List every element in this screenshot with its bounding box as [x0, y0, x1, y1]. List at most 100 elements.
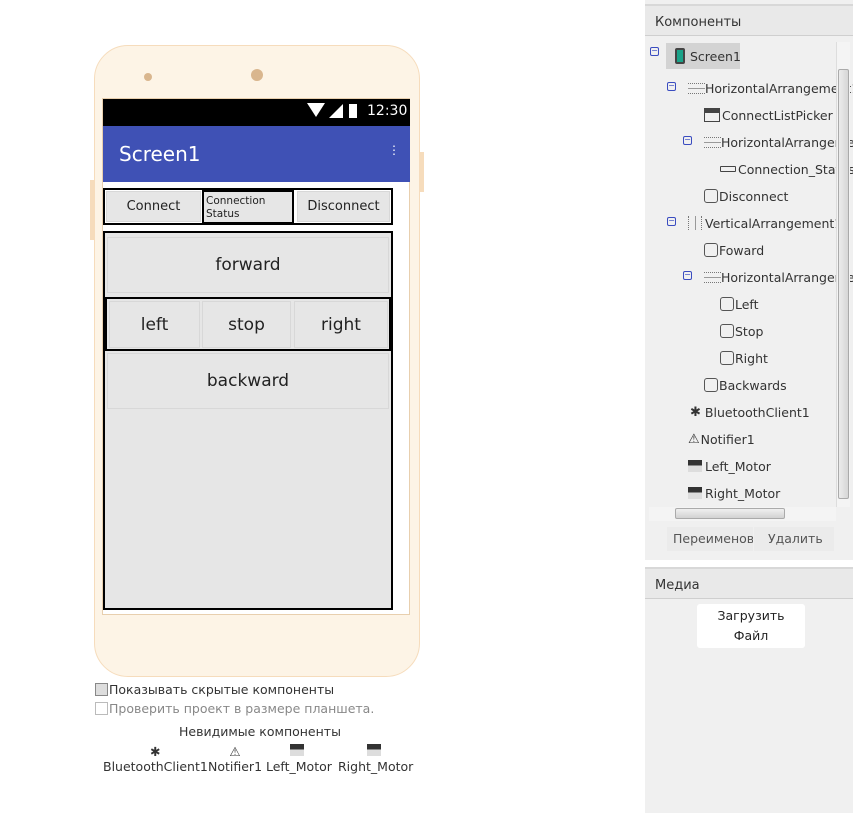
- scrollbar-thumb[interactable]: [675, 508, 785, 519]
- tree-label: ConnectListPicker: [722, 107, 833, 123]
- components-header: Компоненты: [645, 4, 853, 36]
- disconnect-button[interactable]: Disconnect: [297, 191, 390, 222]
- wifi-icon: [307, 103, 325, 117]
- tree-item-stop[interactable]: Stop: [720, 320, 763, 342]
- nonvisible-label: Notifier1: [208, 759, 263, 774]
- motor-icon: [688, 460, 702, 472]
- tree-label: Notifier1: [700, 431, 755, 447]
- status-time: 12:30: [367, 103, 408, 119]
- media-header: Медиа: [645, 567, 853, 599]
- tablet-preview-checkbox[interactable]: Проверить проект в размере планшета.: [95, 701, 374, 716]
- tree-label: Right: [735, 350, 768, 366]
- tree-item-bluetoothclient1[interactable]: ✱ BluetoothClient1: [690, 401, 810, 423]
- tree-label: VerticalArrangement1: [705, 215, 843, 231]
- motor-icon: [367, 744, 382, 756]
- phone-sensor: [144, 73, 152, 81]
- tree-label: HorizontalArrangement2: [721, 134, 853, 150]
- nonvisible-label: BluetoothClient1: [103, 759, 208, 774]
- tree-item-backwards[interactable]: Backwards: [704, 374, 787, 396]
- motor-icon: [290, 744, 305, 756]
- tree-item-notifier1[interactable]: ⚠ Notifier1: [688, 428, 755, 450]
- button-icon: [720, 297, 734, 311]
- tree-item-horizontal-arrangement-3[interactable]: HorizontalArrangement3: [704, 266, 853, 288]
- nonvisible-item[interactable]: Left_Motor: [266, 744, 332, 774]
- nonvisible-item[interactable]: ⚠ Notifier1: [208, 744, 262, 774]
- tree-item-right[interactable]: Right: [720, 347, 768, 369]
- right-button[interactable]: right: [294, 301, 388, 348]
- phone-side-button: [420, 152, 424, 192]
- bluetooth-icon: ✱: [690, 404, 701, 420]
- tree-label: Disconnect: [719, 188, 789, 204]
- battery-icon: [349, 104, 357, 118]
- tablet-preview-label: Проверить проект в размере планшета.: [109, 701, 375, 716]
- delete-button[interactable]: Удалить: [754, 527, 834, 551]
- nonvisible-label: Left_Motor: [266, 759, 332, 774]
- horizontal-arrangement-icon: [688, 82, 705, 94]
- upload-label: Файл: [733, 628, 769, 643]
- rename-button[interactable]: Переименовать: [667, 527, 753, 551]
- show-hidden-label: Показывать скрытые компоненты: [109, 682, 335, 697]
- tree-item-horizontal-arrangement-1[interactable]: HorizontalArrangement1: [688, 77, 853, 99]
- listpicker-icon: [704, 108, 720, 122]
- tree-label: HorizontalArrangement3: [721, 269, 853, 285]
- tree-item-connection-status[interactable]: Connection_Status: [720, 158, 853, 180]
- tree-label: BluetoothClient1: [704, 404, 810, 420]
- tree-label: Foward: [719, 242, 765, 258]
- backward-button[interactable]: backward: [107, 353, 389, 409]
- tree-item-foward[interactable]: Foward: [704, 239, 764, 261]
- upload-file-button[interactable]: Загрузить Файл: [697, 604, 805, 648]
- nonvisible-item[interactable]: ✱ BluetoothClient1: [103, 744, 208, 774]
- button-icon: [704, 189, 718, 203]
- signal-icon: [329, 104, 343, 118]
- nonvisible-label: Right_Motor: [338, 759, 414, 774]
- checkbox[interactable]: [95, 683, 108, 696]
- motor-icon: [688, 487, 702, 499]
- button-icon: [720, 351, 734, 365]
- warning-icon: ⚠: [688, 431, 700, 447]
- app-bar: Screen1 ⋮: [103, 126, 410, 182]
- stop-button[interactable]: stop: [202, 301, 291, 348]
- nonvisible-title: Невидимые компоненты: [179, 724, 341, 739]
- scrollbar-thumb[interactable]: [838, 69, 849, 499]
- tree-label: Right_Motor: [705, 485, 781, 501]
- tree-item-screen1[interactable]: Screen1: [675, 45, 741, 67]
- tree-item-right-motor[interactable]: Right_Motor: [688, 482, 780, 504]
- horizontal-arrangement-icon: [704, 271, 721, 283]
- button-icon: [704, 378, 718, 392]
- tree-label: Backwards: [719, 377, 787, 393]
- tree-item-disconnect[interactable]: Disconnect: [704, 185, 788, 207]
- horizontal-scrollbar[interactable]: [649, 507, 836, 521]
- tree-label: Screen1: [690, 48, 741, 64]
- tree-item-vertical-arrangement-1[interactable]: VerticalArrangement1: [688, 212, 842, 234]
- phone-side-button: [90, 180, 94, 240]
- warning-icon: ⚠: [229, 744, 241, 759]
- phone-icon: [675, 48, 685, 64]
- show-hidden-checkbox[interactable]: Показывать скрытые компоненты: [95, 682, 334, 697]
- tree-item-connectlistpicker[interactable]: ConnectListPicker: [704, 104, 833, 126]
- tree-item-left[interactable]: Left: [720, 293, 759, 315]
- checkbox[interactable]: [95, 702, 108, 715]
- vertical-arrangement-icon: [688, 216, 702, 230]
- label-icon: [720, 166, 736, 172]
- overflow-menu-icon[interactable]: ⋮: [388, 143, 400, 157]
- connection-status-label: Connection Status: [202, 190, 294, 224]
- upload-label: Загрузить: [717, 608, 785, 623]
- tree-label: Left_Motor: [705, 458, 771, 474]
- vertical-scrollbar[interactable]: [836, 42, 850, 507]
- left-button[interactable]: left: [109, 301, 200, 348]
- button-icon: [720, 324, 734, 338]
- tree-item-left-motor[interactable]: Left_Motor: [688, 455, 771, 477]
- status-bar: 12:30: [103, 99, 410, 126]
- bluetooth-icon: ✱: [150, 744, 161, 759]
- connect-button[interactable]: Connect: [106, 191, 201, 222]
- tree-label: Stop: [735, 323, 764, 339]
- tree-label: HorizontalArrangement1: [705, 80, 853, 96]
- screen-title: Screen1: [119, 142, 201, 166]
- nonvisible-item[interactable]: Right_Motor: [338, 744, 413, 774]
- tree-label: Left: [735, 296, 759, 312]
- phone-camera: [251, 69, 263, 81]
- horizontal-arrangement-icon: [704, 136, 721, 148]
- button-icon: [704, 243, 718, 257]
- tree-item-horizontal-arrangement-2[interactable]: HorizontalArrangement2: [704, 131, 853, 153]
- forward-button[interactable]: forward: [107, 237, 389, 293]
